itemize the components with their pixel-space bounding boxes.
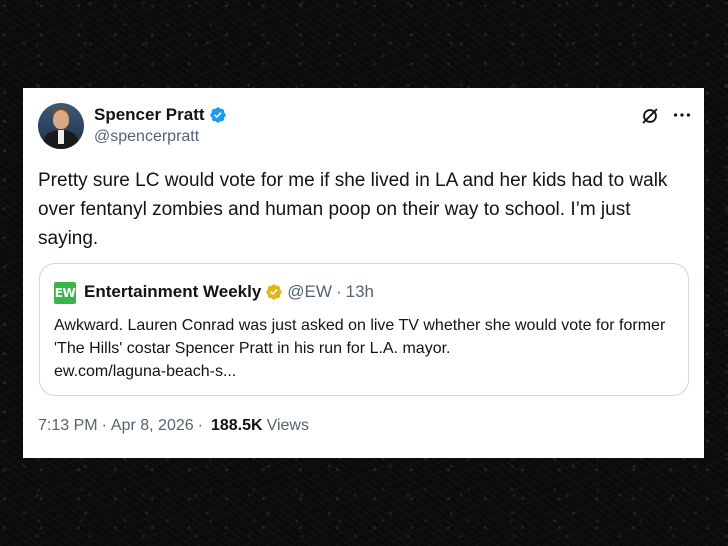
quoted-link[interactable]: ew.com/laguna-beach-s...: [54, 363, 236, 380]
quoted-separator: ·: [335, 282, 342, 301]
tweet-card: Spencer Pratt @spencerpratt Pretty sure …: [23, 88, 704, 458]
quoted-text-block: Awkward. Lauren Conrad was just asked on…: [54, 314, 684, 383]
footer-separator: ·: [101, 417, 107, 434]
avatar-face: [53, 110, 69, 129]
more-options-icon[interactable]: [671, 104, 693, 126]
author-name[interactable]: Spencer Pratt: [94, 105, 205, 125]
avatar[interactable]: [38, 103, 84, 149]
verified-badge-icon: [209, 106, 227, 124]
ew-logo-avatar[interactable]: EW: [54, 282, 76, 304]
author-name-row[interactable]: Spencer Pratt: [94, 105, 227, 125]
gold-verified-badge-icon: [265, 283, 283, 301]
quoted-tweet[interactable]: EW Entertainment Weekly @EW · 13h Awkwar…: [39, 263, 689, 396]
views-count[interactable]: 188.5K: [211, 417, 263, 435]
quoted-author-name[interactable]: Entertainment Weekly: [84, 282, 261, 302]
grok-icon[interactable]: [639, 105, 661, 127]
quoted-timestamp[interactable]: 13h: [346, 282, 374, 302]
views-label: Views: [266, 417, 309, 434]
tweet-time[interactable]: 7:13 PM: [38, 417, 98, 435]
tweet-text: Pretty sure LC would vote for me if she …: [38, 170, 668, 249]
tweet-date[interactable]: Apr 8, 2026: [111, 417, 194, 435]
quoted-author-handle[interactable]: @EW: [287, 282, 332, 302]
avatar-shirt: [58, 130, 64, 144]
tweet-footer: 7:13 PM · Apr 8, 2026 · 188.5K Views: [38, 417, 309, 435]
author-handle[interactable]: @spencerpratt: [94, 128, 199, 146]
quoted-text: Awkward. Lauren Conrad was just asked on…: [54, 317, 666, 357]
footer-separator: ·: [197, 417, 203, 434]
quoted-tweet-header: Entertainment Weekly @EW · 13h: [84, 282, 374, 302]
